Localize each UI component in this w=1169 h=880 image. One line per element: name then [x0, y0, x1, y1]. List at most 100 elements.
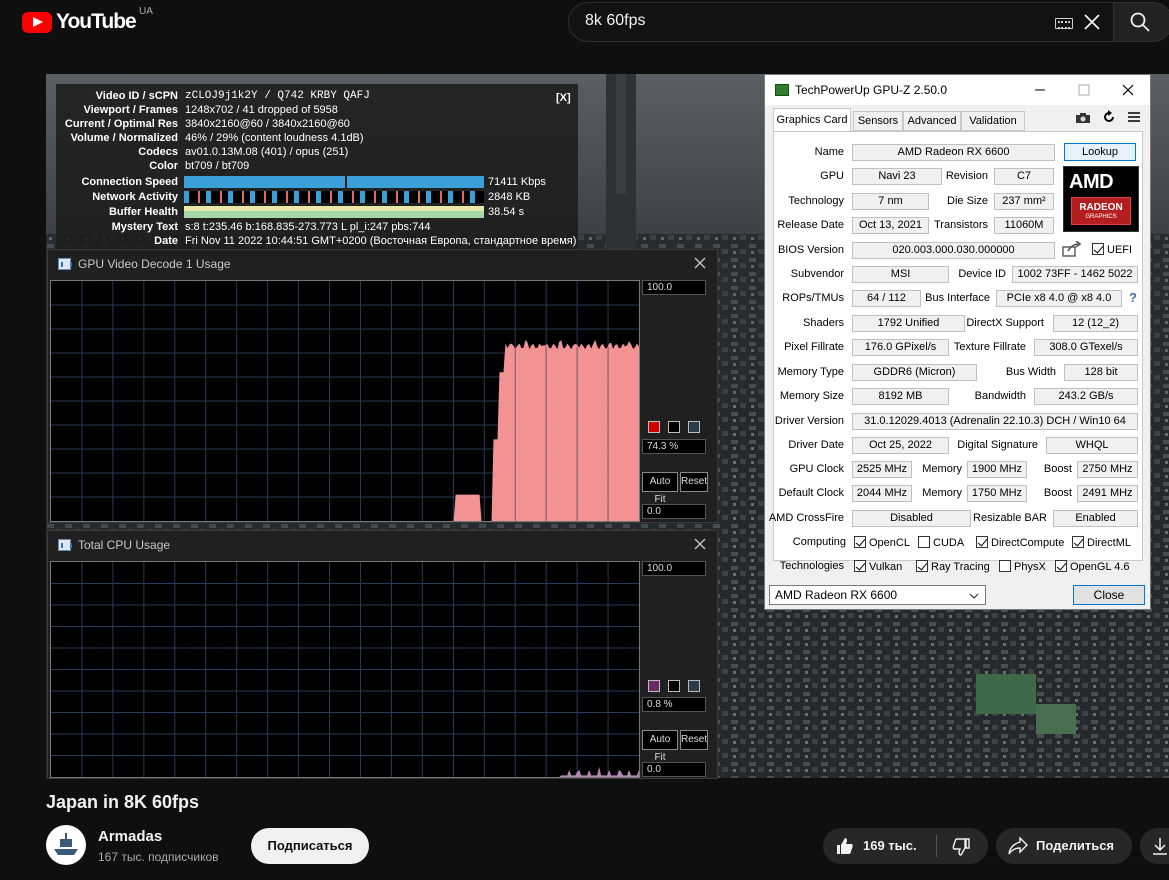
share-bios-icon[interactable]: [1062, 241, 1082, 257]
tab-advanced[interactable]: Advanced: [903, 111, 961, 131]
driver-date-field: Oct 25, 2022: [852, 437, 949, 454]
search-box[interactable]: [568, 2, 1114, 42]
stats-row-date: Date Fri Nov 11 2022 10:44:51 GMT+0200 (В…: [56, 234, 578, 248]
window-titlebar[interactable]: TechPowerUp GPU-Z 2.50.0: [765, 75, 1150, 105]
release-date-label: Release Date: [777, 219, 844, 231]
memory-clock-label: Memory: [922, 463, 962, 475]
tab-graphics-card[interactable]: Graphics Card: [773, 108, 851, 131]
window-titlebar[interactable]: Total CPU Usage: [48, 531, 717, 559]
bios-version-label: BIOS Version: [777, 244, 844, 256]
opengl-label: OpenGL 4.6: [1070, 561, 1130, 573]
name-label: Name: [814, 146, 844, 158]
stats-value: s:8 t:235.46 b:168.835-273.773 L pl_i:24…: [185, 221, 431, 233]
close-icon[interactable]: [693, 537, 707, 551]
current-value-label: 0.8 %: [642, 697, 706, 712]
stats-label: Mystery Text: [111, 221, 178, 233]
minimize-icon[interactable]: [1018, 79, 1062, 101]
opencl-checkbox[interactable]: OpenCL: [854, 536, 910, 549]
gpu-clock-label: GPU Clock: [789, 463, 844, 475]
color-swatch-selected[interactable]: [648, 680, 660, 692]
graph-max-label: 100.0: [642, 280, 706, 295]
stats-row-buffer-health: Buffer Health 38.54 s: [56, 205, 578, 219]
auto-fit-button[interactable]: Auto Fit: [642, 730, 678, 763]
opengl-checkbox[interactable]: OpenGL 4.6: [1055, 560, 1130, 573]
shaders-field: 1792 Unified: [852, 315, 965, 332]
clear-search-icon[interactable]: [1081, 11, 1103, 33]
gpu-label: GPU: [820, 170, 844, 182]
tab-validation[interactable]: Validation: [961, 111, 1025, 131]
keyboard-icon[interactable]: [1055, 18, 1073, 29]
checkbox-unchecked: [918, 536, 930, 548]
vulkan-checkbox[interactable]: Vulkan: [854, 560, 902, 573]
color-swatch[interactable]: [688, 680, 700, 692]
color-swatch-selected[interactable]: [648, 421, 660, 433]
physx-checkbox[interactable]: PhysX: [999, 560, 1046, 573]
maximize-icon[interactable]: [1062, 79, 1106, 101]
stats-value: av01.0.13M.08 (401) / opus (251): [185, 146, 349, 158]
stats-value: 46% / 29% (content loudness 4.1dB): [185, 132, 364, 144]
youtube-logo[interactable]: YouTube UA: [22, 6, 153, 34]
tab-sensors[interactable]: Sensors: [853, 111, 903, 131]
connection-speed-bar: [184, 176, 484, 188]
window-title: TechPowerUp GPU-Z 2.50.0: [795, 83, 948, 97]
graph-max-label: 100.0: [642, 561, 706, 576]
bandwidth-label: Bandwidth: [974, 390, 1026, 402]
rops-tmus-field: 64 / 112: [852, 290, 921, 307]
bus-help-icon[interactable]: ?: [1129, 290, 1137, 305]
driver-version-label: Driver Version: [774, 415, 844, 427]
uefi-checkbox[interactable]: UEFI: [1092, 243, 1132, 256]
total-cpu-usage-window[interactable]: Total CPU Usage 100.0 0.8 % Auto Fit Res…: [47, 530, 718, 779]
window-titlebar[interactable]: GPU Video Decode 1 Usage: [48, 250, 717, 278]
search-icon: [1130, 12, 1150, 32]
close-icon[interactable]: [693, 256, 707, 270]
amd-radeon-logo: AMD RADEON GRAPHICS: [1063, 166, 1139, 232]
directx-field: 12 (12_2): [1053, 315, 1138, 332]
resizable-bar-label: Resizable BAR: [973, 512, 1047, 524]
color-swatch[interactable]: [668, 680, 680, 692]
auto-fit-button[interactable]: Auto Fit: [642, 472, 678, 505]
dislike-button[interactable]: [937, 828, 988, 864]
memory-size-field: 8192 MB: [852, 388, 949, 405]
lookup-button[interactable]: Lookup: [1064, 143, 1136, 161]
bus-interface-field: PCIe x8 4.0 @ x8 4.0: [996, 290, 1122, 307]
search-input[interactable]: [585, 12, 985, 30]
physx-label: PhysX: [1014, 561, 1046, 573]
search-button[interactable]: [1113, 2, 1169, 42]
directcompute-checkbox[interactable]: DirectCompute: [976, 536, 1064, 549]
menu-icon[interactable]: [1127, 111, 1141, 123]
close-icon[interactable]: [1106, 79, 1150, 101]
channel-name[interactable]: Armadas: [98, 828, 162, 845]
channel-avatar[interactable]: [46, 825, 86, 865]
stats-label: Video ID / sCPN: [95, 90, 178, 102]
stats-row-codecs: Codecs av01.0.13M.08 (401) / opus (251): [56, 145, 578, 159]
refresh-icon[interactable]: [1102, 110, 1116, 124]
stats-row-video-id: Video ID / sCPN zCLOJ9j1k2Y / Q742 KRBY Q…: [56, 89, 578, 103]
current-value-label: 74.3 %: [642, 439, 706, 454]
download-button[interactable]: [1140, 828, 1169, 864]
camera-icon[interactable]: [1075, 112, 1091, 124]
ray-tracing-checkbox[interactable]: Ray Tracing: [916, 560, 990, 573]
stats-label: Current / Optimal Res: [64, 118, 178, 130]
reset-button[interactable]: Reset: [680, 472, 708, 492]
gpuz-close-button[interactable]: Close: [1073, 585, 1145, 605]
gpuz-window[interactable]: TechPowerUp GPU-Z 2.50.0 Graphics Card S…: [764, 74, 1151, 610]
uefi-label: UEFI: [1107, 244, 1133, 256]
subscribe-button[interactable]: Подписаться: [251, 828, 369, 864]
reset-button[interactable]: Reset: [680, 730, 708, 750]
directml-checkbox[interactable]: DirectML: [1072, 536, 1131, 549]
color-swatch[interactable]: [668, 421, 680, 433]
gpu-video-decode-window[interactable]: GPU Video Decode 1 Usage 100.0 74.3 % Au…: [47, 249, 718, 523]
gpu-select-dropdown[interactable]: AMD Radeon RX 6600: [769, 585, 986, 605]
color-swatch[interactable]: [688, 421, 700, 433]
checkbox-checked: [854, 560, 866, 572]
bios-version-field: 020.003.000.030.000000: [852, 242, 1055, 259]
like-button[interactable]: 169 тыс.: [823, 828, 935, 864]
cuda-checkbox[interactable]: CUDA: [918, 536, 964, 549]
default-clock-field: 2044 MHz: [852, 485, 912, 502]
release-date-field: Oct 13, 2021: [852, 217, 929, 234]
stats-value: zCLOJ9j1k2Y / Q742 KRBY QAFJ: [185, 90, 370, 102]
digital-signature-label: Digital Signature: [957, 439, 1038, 451]
stats-value: 2848 KB: [488, 191, 531, 203]
share-button[interactable]: Поделиться: [996, 828, 1132, 864]
stats-row-connection-speed: Connection Speed 71411 Kbps: [56, 175, 578, 189]
